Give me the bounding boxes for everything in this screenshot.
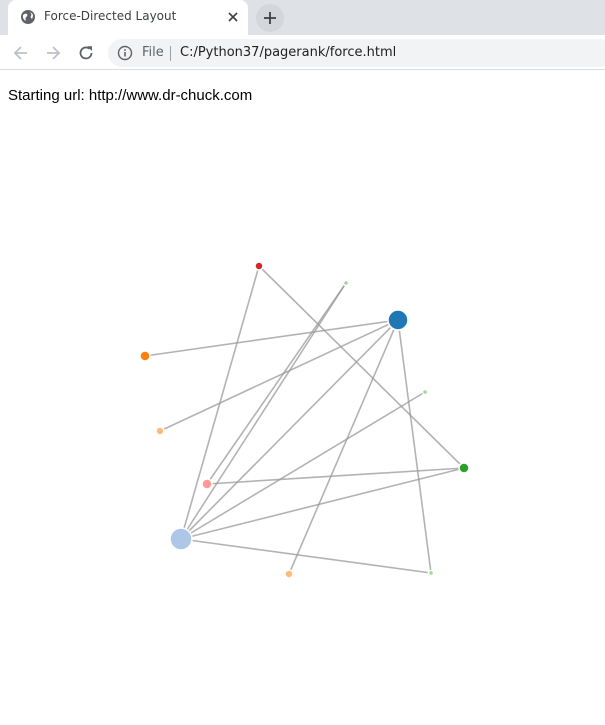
close-icon <box>228 12 238 22</box>
arrow-right-icon <box>47 46 61 60</box>
graph-node[interactable] <box>169 527 193 551</box>
graph-node[interactable] <box>254 261 264 271</box>
graph-link <box>206 467 465 485</box>
graph-node[interactable] <box>458 462 470 474</box>
url-scheme-label: File <box>142 45 164 60</box>
graph-node[interactable] <box>139 350 151 362</box>
arrow-left-icon <box>13 46 27 60</box>
force-graph <box>139 261 470 579</box>
graph-node[interactable] <box>284 569 294 579</box>
plus-icon <box>264 12 276 24</box>
forward-button[interactable] <box>41 41 65 65</box>
back-button[interactable] <box>9 41 33 65</box>
tab-strip: Force-Directed Layout <box>0 0 605 35</box>
graph-link <box>180 538 432 574</box>
graph-link <box>206 282 347 485</box>
graph-link <box>397 319 432 574</box>
info-icon[interactable] <box>117 45 133 61</box>
graph-link <box>288 319 399 575</box>
graph-link <box>180 391 426 540</box>
reload-icon <box>79 46 93 60</box>
graph-node[interactable] <box>155 426 165 436</box>
reload-button[interactable] <box>74 41 98 65</box>
graph-node[interactable] <box>421 388 429 396</box>
graph-node[interactable] <box>201 478 213 490</box>
page-content: Starting url: http://www.dr-chuck.com <box>0 71 605 725</box>
graph-node[interactable] <box>387 309 409 331</box>
new-tab-button[interactable] <box>256 4 284 32</box>
globe-icon <box>21 10 35 24</box>
graph-node[interactable] <box>427 569 435 577</box>
tab-title: Force-Directed Layout <box>44 9 177 23</box>
address-bar[interactable]: File C:/Python37/pagerank/force.html <box>108 39 605 67</box>
graph-link <box>258 265 465 469</box>
tab-active[interactable]: Force-Directed Layout <box>8 0 248 35</box>
url-text[interactable]: C:/Python37/pagerank/force.html <box>180 45 396 60</box>
graph-link <box>180 319 399 540</box>
tab-close-button[interactable] <box>224 8 242 26</box>
browser-toolbar: File C:/Python37/pagerank/force.html <box>0 35 605 70</box>
graph-node[interactable] <box>342 279 350 287</box>
url-separator <box>170 46 171 61</box>
